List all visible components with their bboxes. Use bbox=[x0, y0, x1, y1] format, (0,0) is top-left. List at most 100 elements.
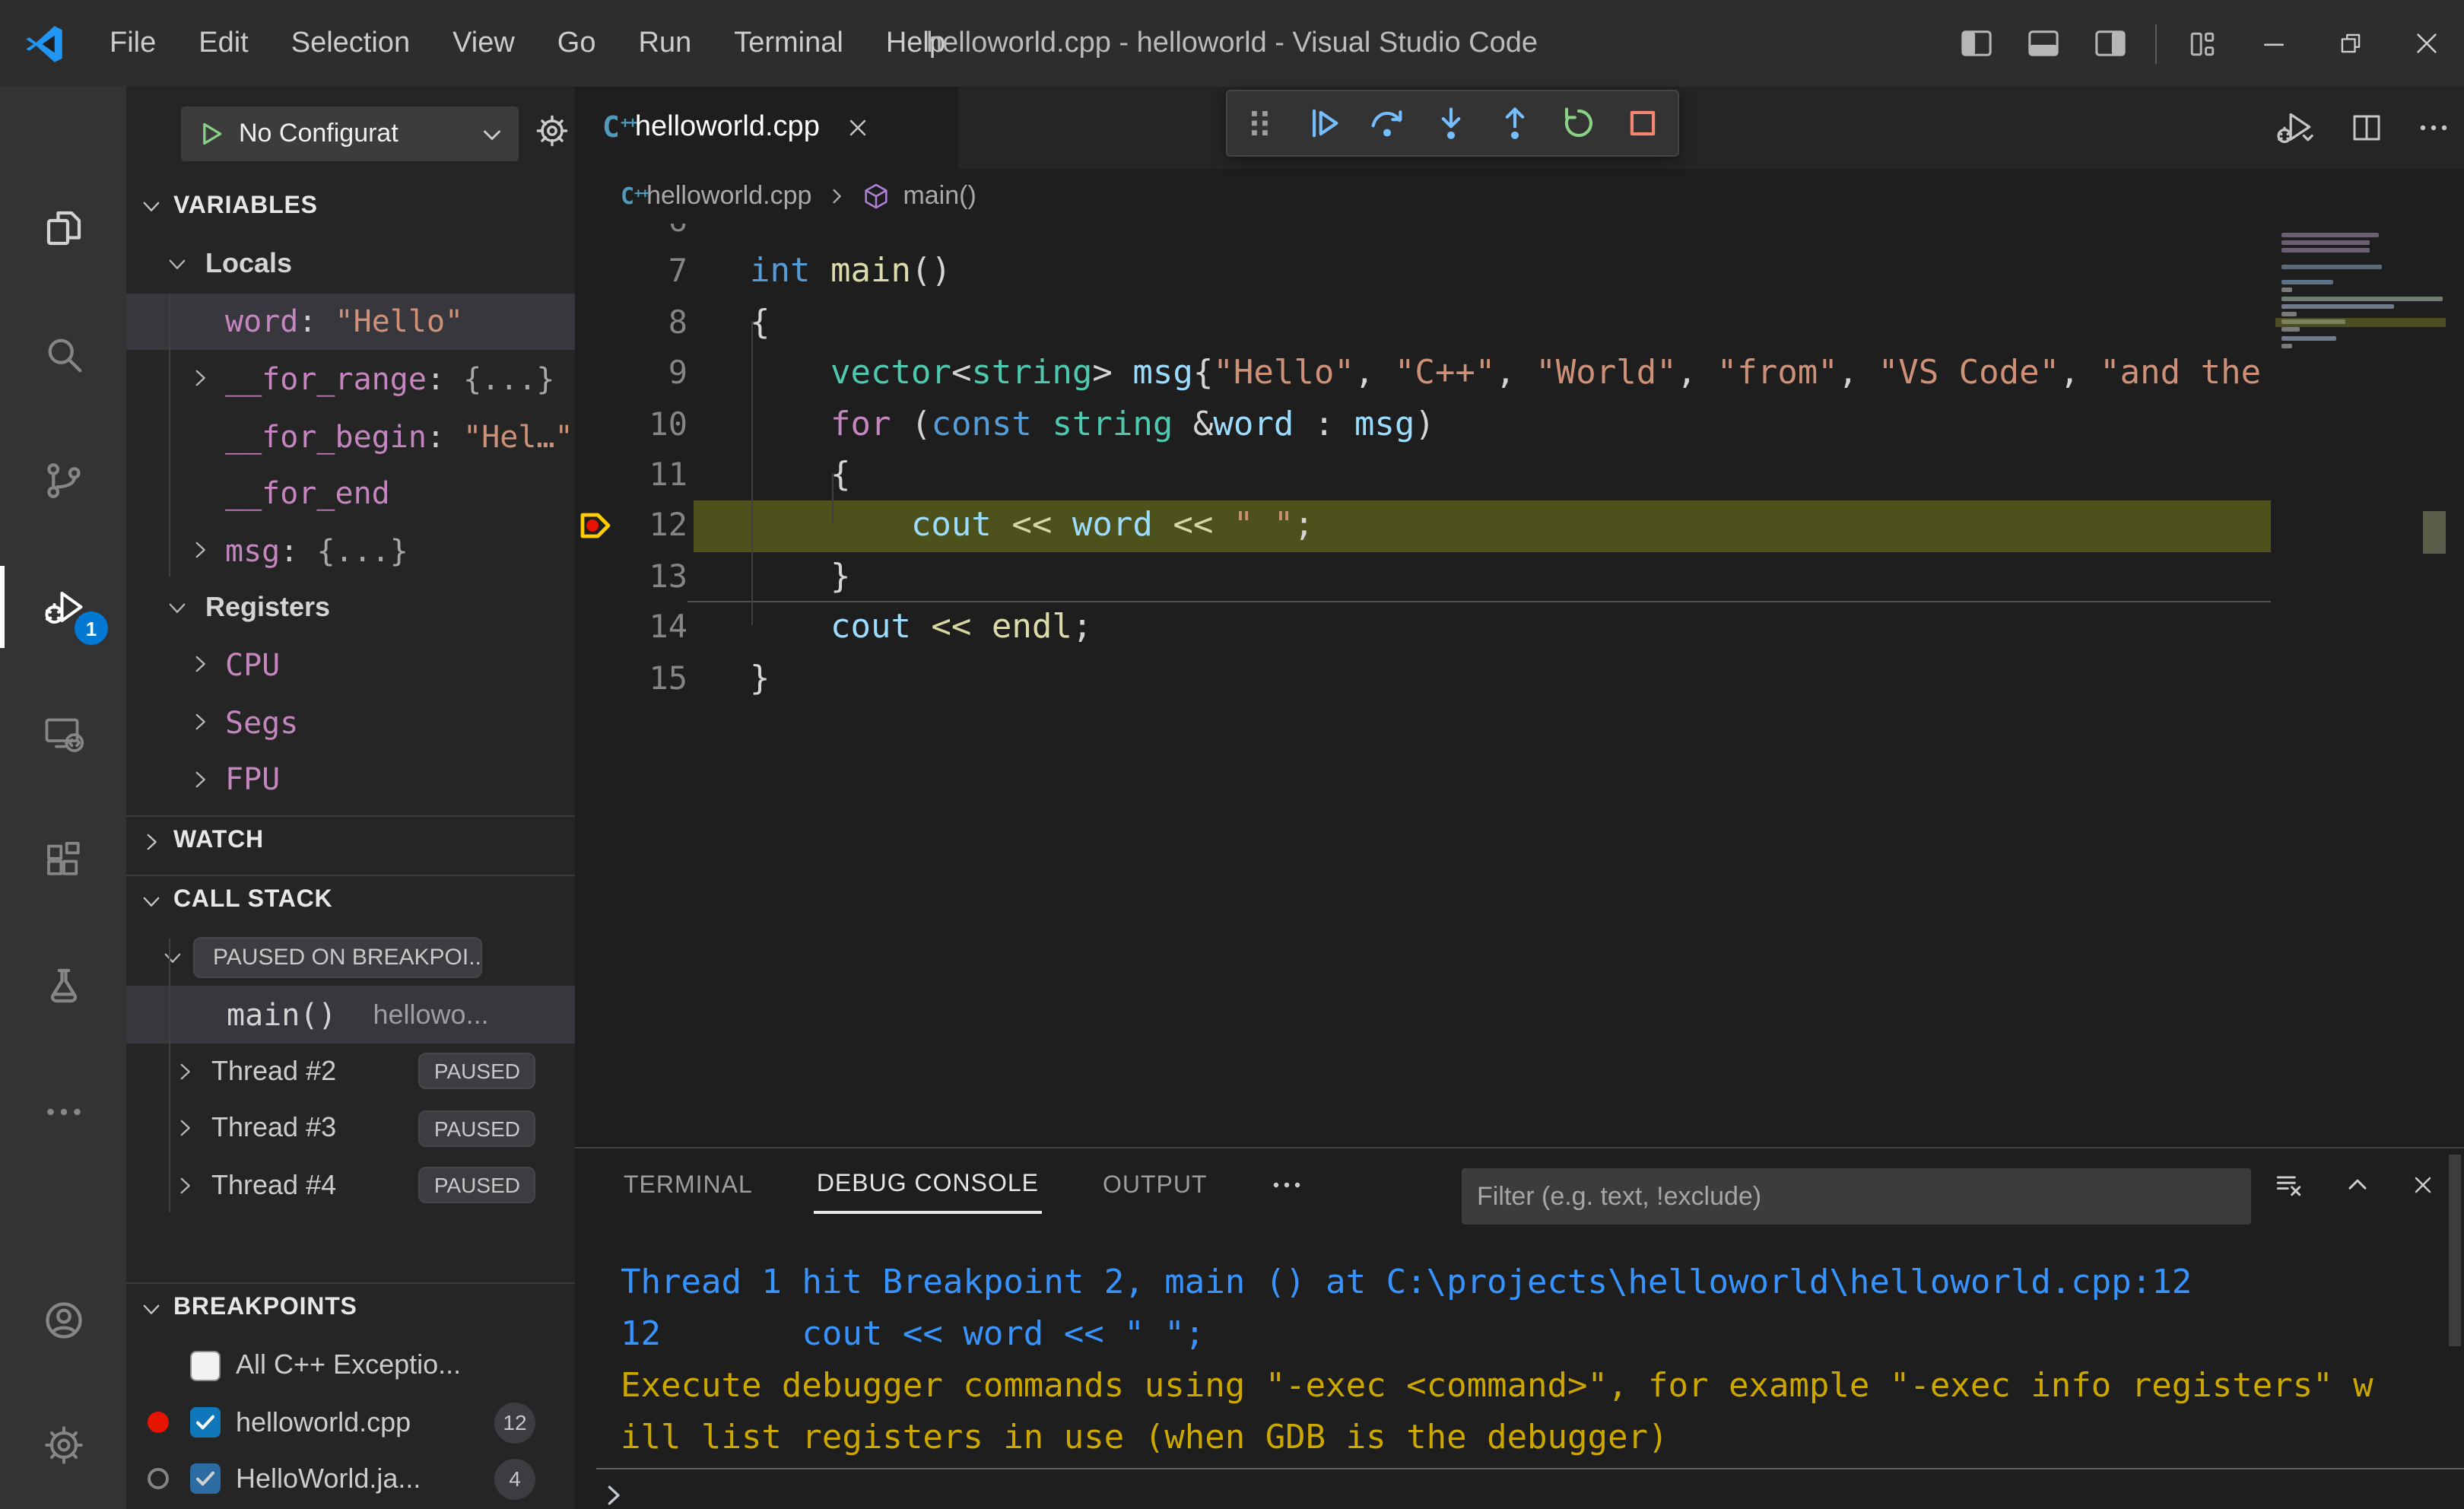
console-filter-input[interactable] bbox=[1462, 1168, 2251, 1225]
code-line[interactable]: 10 for (const string &word : msg) bbox=[575, 399, 2464, 450]
code-line[interactable]: 15} bbox=[575, 653, 2464, 704]
twistie-icon[interactable] bbox=[187, 766, 213, 792]
twistie-icon[interactable] bbox=[172, 1059, 198, 1085]
stop-button[interactable] bbox=[1623, 103, 1662, 143]
console-prompt-icon[interactable] bbox=[599, 1480, 630, 1509]
twistie-icon[interactable] bbox=[172, 1116, 198, 1142]
code-line[interactable]: 8{ bbox=[575, 298, 2464, 349]
variable-row[interactable]: Segs bbox=[126, 694, 575, 751]
panel-tab-terminal[interactable]: TERMINAL bbox=[621, 1158, 756, 1212]
clear-console-icon[interactable] bbox=[2272, 1168, 2306, 1202]
activity-item-explorer[interactable] bbox=[0, 178, 126, 278]
maximize-panel-icon[interactable] bbox=[2342, 1170, 2373, 1200]
breakpoint-row[interactable]: All C++ Exceptio... bbox=[126, 1337, 575, 1394]
restore-button[interactable] bbox=[2312, 0, 2388, 87]
call-stack-row[interactable]: Thread #4 PAUSED bbox=[126, 1157, 575, 1214]
call-stack-row[interactable]: Thread #3 PAUSED bbox=[126, 1100, 575, 1157]
activity-item-more[interactable] bbox=[0, 1062, 126, 1162]
activity-item-extensions[interactable] bbox=[0, 809, 126, 910]
breakpoint-row[interactable]: HelloWorld.ja... 4 bbox=[126, 1451, 575, 1508]
variable-row[interactable]: Locals bbox=[126, 236, 575, 293]
configure-gear-icon[interactable] bbox=[532, 111, 572, 151]
call-stack-row[interactable]: PAUSED ON BREAKPOI... bbox=[126, 929, 575, 986]
code-line[interactable]: 11 { bbox=[575, 450, 2464, 501]
toggle-primary-sidebar-icon[interactable] bbox=[1942, 0, 2009, 87]
twistie-icon[interactable] bbox=[187, 366, 213, 392]
menu-item-edit[interactable]: Edit bbox=[177, 17, 270, 69]
call-stack-row[interactable]: Thread #2 PAUSED bbox=[126, 1044, 575, 1101]
section-breakpoints-header[interactable]: BREAKPOINTS bbox=[126, 1282, 575, 1333]
twistie-icon[interactable] bbox=[160, 945, 186, 971]
twistie-icon[interactable] bbox=[164, 595, 190, 621]
variable-row[interactable]: __for_end bbox=[126, 465, 575, 522]
code-line[interactable]: 14 cout << endl; bbox=[575, 602, 2464, 653]
minimap[interactable] bbox=[2275, 224, 2446, 1147]
panel-tab-debug-console[interactable]: DEBUG CONSOLE bbox=[813, 1156, 1042, 1214]
activity-item-account[interactable] bbox=[0, 1270, 126, 1371]
customize-layout-icon[interactable] bbox=[2169, 0, 2236, 87]
restart-button[interactable] bbox=[1559, 103, 1599, 143]
close-panel-icon[interactable] bbox=[2409, 1171, 2437, 1199]
minimize-button[interactable] bbox=[2236, 0, 2312, 87]
code-line[interactable]: 7 int main() bbox=[575, 247, 2464, 298]
run-or-debug-icon[interactable] bbox=[2272, 106, 2318, 149]
debug-console-output[interactable]: Thread 1 hit Breakpoint 2, main () at C:… bbox=[621, 1258, 2434, 1465]
twistie-icon[interactable] bbox=[164, 252, 190, 278]
code-line[interactable]: 12 cout << word << " "; bbox=[575, 500, 2464, 552]
code-line[interactable]: 6 bbox=[575, 224, 2464, 247]
activity-item-settings[interactable] bbox=[0, 1395, 126, 1495]
split-editor-icon[interactable] bbox=[2348, 110, 2385, 146]
panel-tab-output[interactable]: OUTPUT bbox=[1100, 1158, 1211, 1212]
activity-item-run-and-debug[interactable]: 1 bbox=[0, 557, 126, 657]
twistie-icon[interactable] bbox=[172, 1173, 198, 1199]
variable-row[interactable]: word: "Hello" bbox=[126, 293, 575, 351]
menu-item-terminal[interactable]: Terminal bbox=[713, 17, 865, 69]
menu-item-go[interactable]: Go bbox=[536, 17, 618, 69]
breakpoint-row[interactable]: helloworld.cpp 12 bbox=[126, 1394, 575, 1451]
activity-item-search[interactable] bbox=[0, 304, 126, 405]
breakpoint-checkbox[interactable] bbox=[190, 1463, 221, 1495]
activity-item-testing[interactable] bbox=[0, 936, 126, 1036]
breadcrumb-symbol[interactable]: main() bbox=[903, 181, 976, 211]
breakpoint-checkbox[interactable] bbox=[190, 1350, 221, 1381]
twistie-icon[interactable] bbox=[187, 709, 213, 735]
step-out-button[interactable] bbox=[1495, 103, 1535, 143]
breadcrumb-file[interactable]: helloworld.cpp bbox=[646, 181, 811, 211]
call-stack-row[interactable]: main() hellowo... bbox=[126, 986, 575, 1044]
panel-scrollbar[interactable] bbox=[2449, 1155, 2461, 1346]
twistie-icon[interactable] bbox=[187, 652, 213, 678]
more-actions-icon[interactable] bbox=[2415, 110, 2452, 146]
section-watch-header[interactable]: WATCH bbox=[126, 815, 575, 866]
code-line[interactable]: 13 } bbox=[575, 551, 2464, 604]
close-tab-icon[interactable] bbox=[844, 114, 872, 141]
variable-row[interactable]: __for_begin: "Hel…" bbox=[126, 408, 575, 465]
debug-config-dropdown[interactable]: No Configurat bbox=[181, 106, 519, 161]
menu-item-file[interactable]: File bbox=[88, 17, 177, 69]
code-line[interactable]: 9 vector<string> msg{"Hello", "C++", "Wo… bbox=[575, 348, 2464, 399]
breakpoint-checkbox[interactable] bbox=[190, 1407, 221, 1438]
toolbar-drag-grip-icon[interactable] bbox=[1243, 105, 1279, 141]
variable-row[interactable]: Registers bbox=[126, 579, 575, 636]
toggle-secondary-sidebar-icon[interactable] bbox=[2076, 0, 2143, 87]
menu-item-view[interactable]: View bbox=[431, 17, 536, 69]
tab-helloworld-cpp[interactable]: C ++ helloworld.cpp bbox=[575, 87, 958, 169]
variable-row[interactable]: CPU bbox=[126, 636, 575, 693]
continue-button[interactable] bbox=[1303, 103, 1343, 143]
variable-row[interactable]: __for_range: {...} bbox=[126, 350, 575, 407]
variable-row[interactable]: msg: {...} bbox=[126, 522, 575, 579]
code-editor[interactable]: 67int main()8{9 vector<string> msg{"Hell… bbox=[575, 224, 2464, 1147]
toggle-panel-icon[interactable] bbox=[2009, 0, 2076, 87]
section-variables-header[interactable]: VARIABLES bbox=[126, 181, 575, 231]
menu-item-run[interactable]: Run bbox=[618, 17, 713, 69]
start-debug-icon[interactable] bbox=[196, 119, 227, 149]
activity-item-source-control[interactable] bbox=[0, 430, 126, 531]
close-window-button[interactable] bbox=[2388, 0, 2464, 87]
step-over-button[interactable] bbox=[1367, 103, 1407, 143]
twistie-icon[interactable] bbox=[187, 538, 213, 564]
menu-item-selection[interactable]: Selection bbox=[270, 17, 431, 69]
step-into-button[interactable] bbox=[1431, 103, 1471, 143]
activity-item-remote-explorer[interactable] bbox=[0, 683, 126, 783]
variable-row[interactable]: FPU bbox=[126, 751, 575, 808]
panel-more-tabs-icon[interactable] bbox=[1269, 1167, 1305, 1203]
section-call-stack-header[interactable]: CALL STACK bbox=[126, 875, 575, 925]
